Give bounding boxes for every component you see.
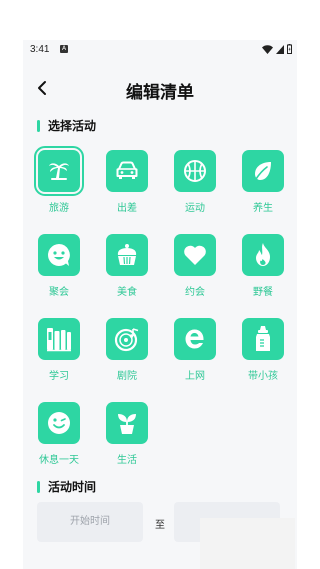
activity-label: 聚会 — [49, 287, 69, 298]
activity-tile[interactable] — [38, 402, 80, 444]
start-time-field[interactable]: 开始时间 — [37, 502, 143, 542]
range-separator: 至 — [155, 520, 165, 531]
leaf-icon — [255, 162, 271, 180]
activity-item-food[interactable]: 美食 — [97, 234, 157, 298]
section-title: 活动时间 — [48, 480, 97, 494]
activity-tile[interactable] — [174, 150, 216, 192]
section-marker — [37, 480, 40, 493]
header: 编辑清单 — [23, 72, 297, 106]
activity-label: 上网 — [185, 371, 205, 382]
activity-item-date[interactable]: 约会 — [165, 234, 225, 298]
activity-label: 运动 — [185, 203, 205, 214]
activity-item-internet[interactable]: 上网 — [165, 318, 225, 382]
activity-tile[interactable] — [38, 318, 80, 360]
activity-label: 带小孩 — [248, 371, 278, 382]
baby-bottle-icon — [256, 326, 270, 351]
wink-icon — [48, 412, 70, 434]
activity-tile[interactable] — [106, 402, 148, 444]
status-icons — [262, 44, 292, 54]
basketball-icon — [184, 160, 206, 182]
activity-label: 休息一天 — [39, 455, 79, 466]
activity-label: 旅游 — [49, 203, 69, 214]
activity-item-wellness[interactable]: 养生 — [233, 150, 293, 214]
phone-screen: 3:41 A 编辑清单 选择活动 旅游 出差 运动 养生 聚会 美食 约会 野餐… — [23, 40, 297, 569]
activity-tile[interactable] — [174, 318, 216, 360]
section-activity-time: 活动时间 — [37, 478, 96, 495]
vinyl-icon — [114, 328, 139, 352]
wifi-icon — [262, 44, 273, 54]
section-title: 选择活动 — [48, 119, 97, 133]
activity-item-life[interactable]: 生活 — [97, 402, 157, 466]
activity-tile[interactable] — [38, 234, 80, 276]
activity-label: 约会 — [185, 287, 205, 298]
status-time: 3:41 — [30, 44, 50, 55]
watermark-overlay — [200, 518, 295, 569]
plant-pot-icon — [118, 414, 136, 434]
activity-tile[interactable] — [242, 234, 284, 276]
activity-item-party[interactable]: 聚会 — [29, 234, 89, 298]
activity-item-picnic[interactable]: 野餐 — [233, 234, 293, 298]
activity-label: 剧院 — [117, 371, 137, 382]
activity-item-study[interactable]: 学习 — [29, 318, 89, 382]
activity-tile[interactable] — [174, 234, 216, 276]
activity-tile[interactable] — [106, 234, 148, 276]
browser-e-icon — [185, 329, 204, 349]
flame-icon — [256, 243, 270, 266]
activity-item-business-trip[interactable]: 出差 — [97, 150, 157, 214]
notification-icon: A — [60, 45, 68, 53]
activity-tile[interactable] — [106, 318, 148, 360]
section-select-activity: 选择活动 — [37, 117, 96, 134]
palm-tree-icon — [49, 163, 69, 180]
activity-item-rest-day[interactable]: 休息一天 — [29, 402, 89, 466]
activity-tile[interactable] — [242, 150, 284, 192]
car-icon — [116, 161, 138, 179]
cupcake-icon — [117, 244, 137, 265]
activity-label: 学习 — [49, 371, 69, 382]
activity-item-travel[interactable]: 旅游 — [29, 146, 89, 214]
activity-tile[interactable] — [106, 150, 148, 192]
activity-item-sports[interactable]: 运动 — [165, 150, 225, 214]
activity-item-theater[interactable]: 剧院 — [97, 318, 157, 382]
status-bar: 3:41 A — [23, 40, 297, 60]
activity-label: 生活 — [117, 455, 137, 466]
activity-label: 美食 — [117, 287, 137, 298]
activity-label: 养生 — [253, 203, 273, 214]
heart-icon — [184, 245, 206, 265]
section-marker — [37, 119, 40, 132]
smile-icon — [48, 244, 70, 266]
activity-label: 野餐 — [253, 287, 273, 298]
books-icon — [47, 328, 71, 352]
battery-icon — [287, 44, 292, 54]
page-title: 编辑清单 — [126, 83, 194, 103]
activity-label: 出差 — [117, 203, 137, 214]
signal-icon — [276, 44, 284, 54]
activity-item-childcare[interactable]: 带小孩 — [233, 318, 293, 382]
activity-tile[interactable] — [34, 146, 84, 196]
activity-tile[interactable] — [242, 318, 284, 360]
